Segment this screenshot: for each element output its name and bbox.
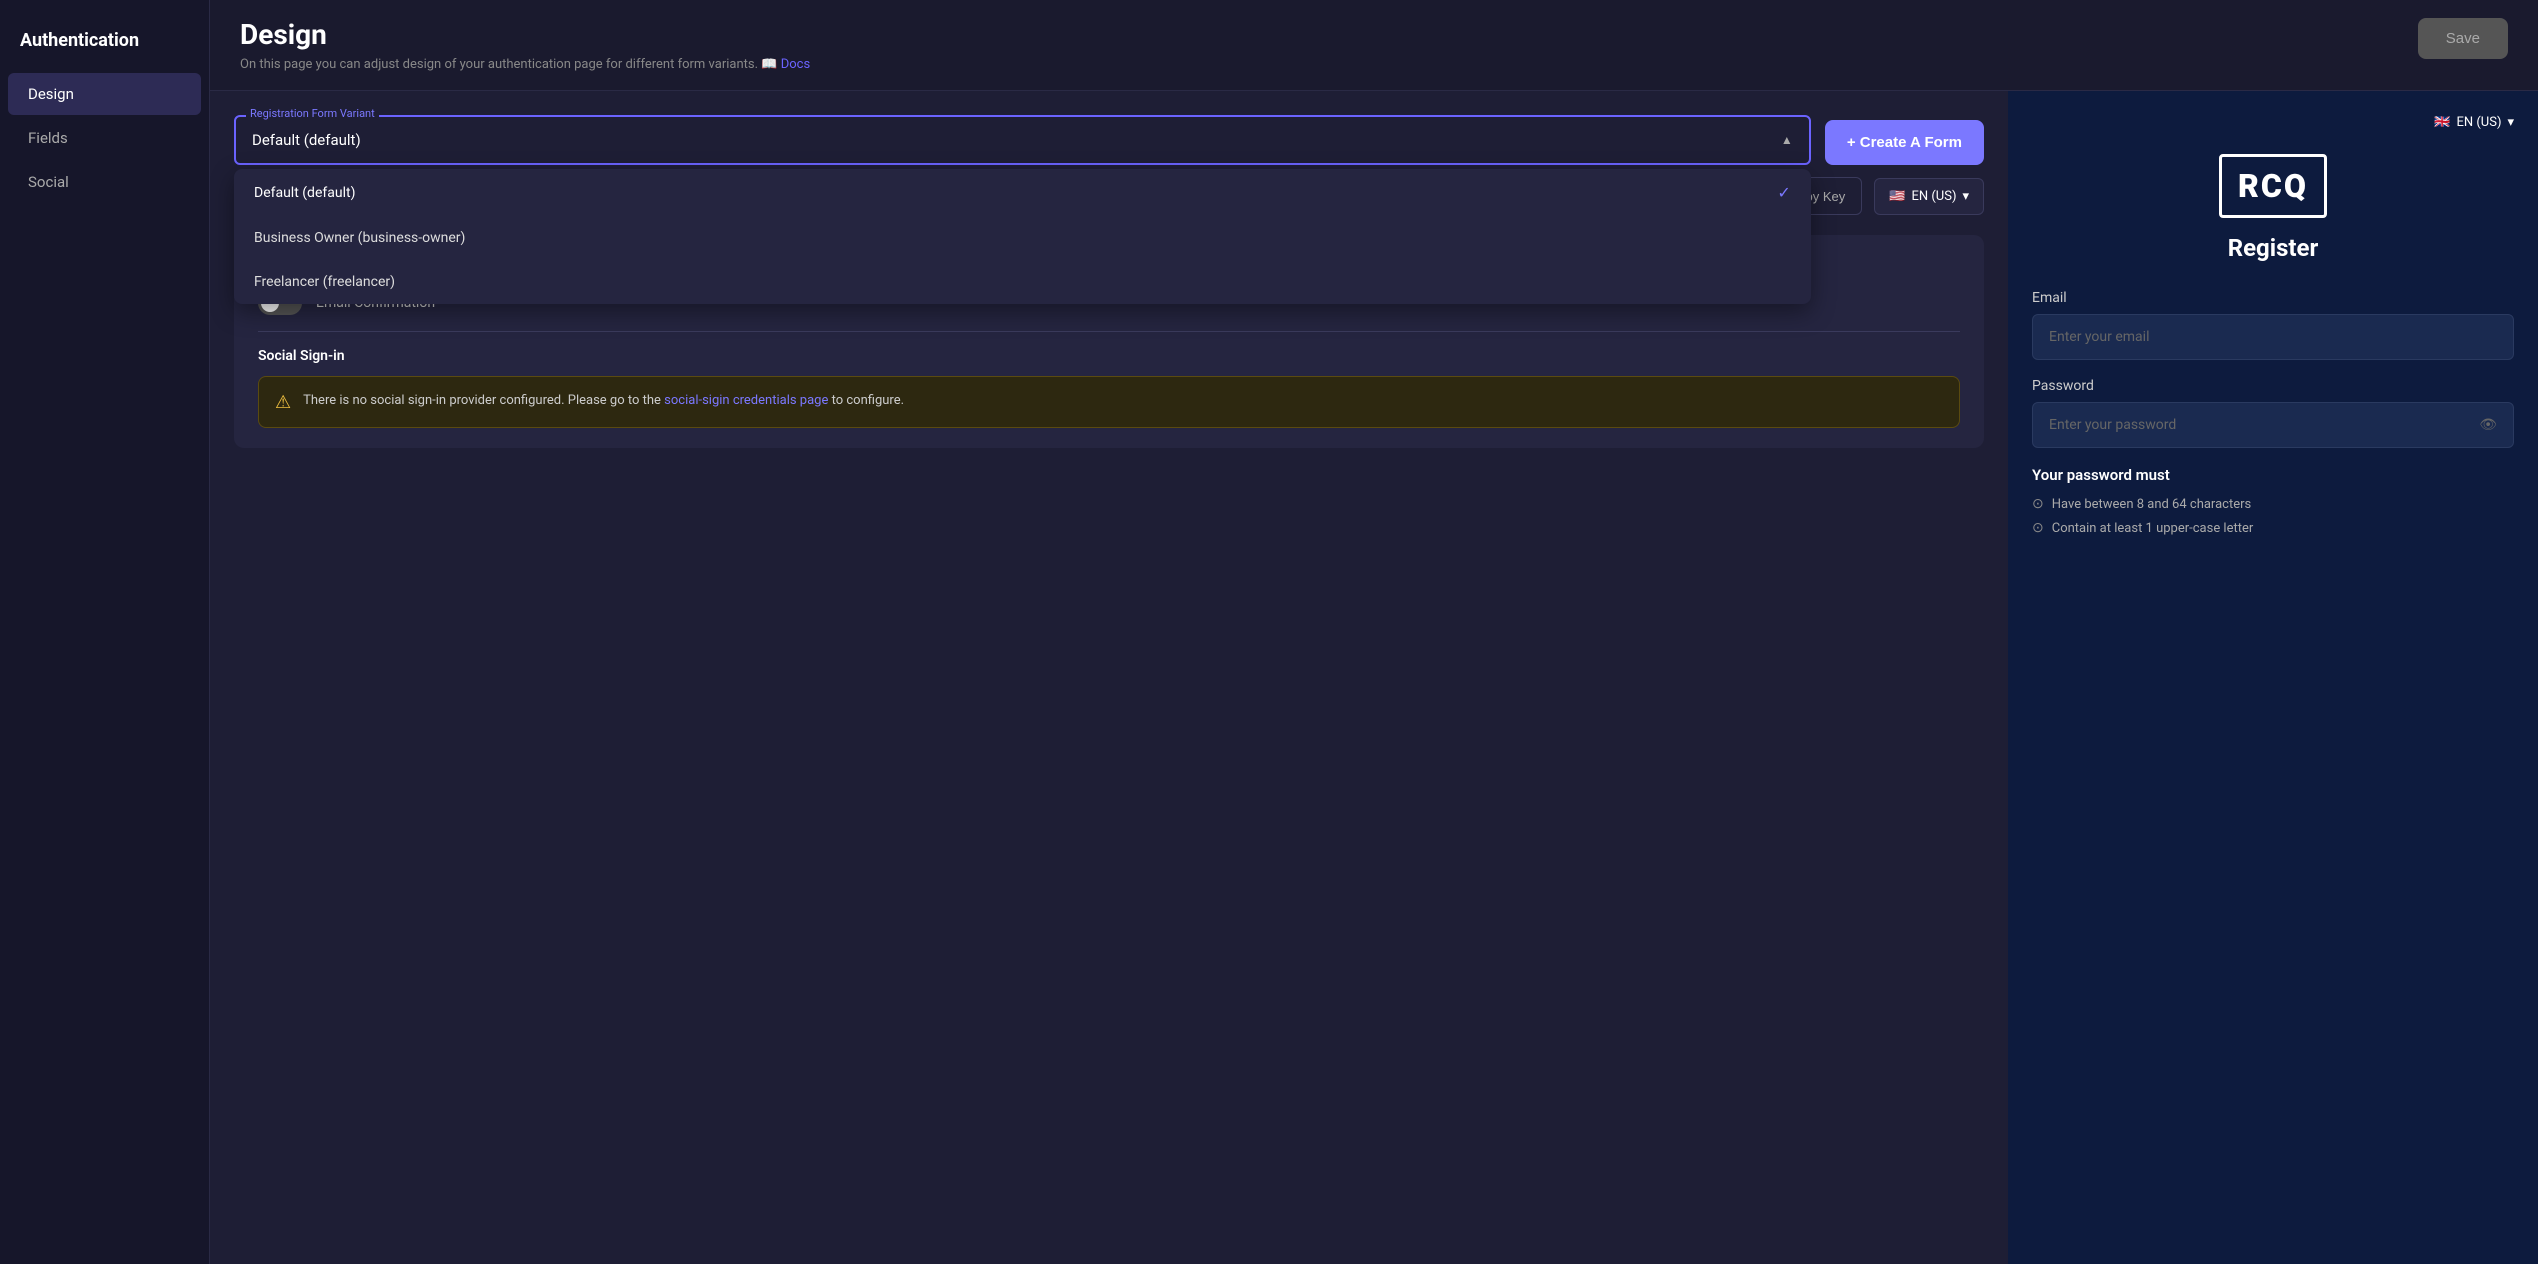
dropdown-selected-value: Default (default) bbox=[252, 131, 361, 149]
dropdown-menu: Default (default) ✓ Business Owner (busi… bbox=[234, 169, 1811, 304]
password-placeholder: Enter your password bbox=[2049, 417, 2176, 433]
flag-icon: 🇺🇸 bbox=[1889, 189, 1905, 204]
rule-icon-1: ⊙ bbox=[2032, 496, 2044, 512]
page-title: Design bbox=[240, 18, 810, 51]
preview-form: Email Enter your email Password Enter yo… bbox=[2032, 290, 2514, 544]
register-title: Register bbox=[2228, 234, 2319, 262]
preview-flag-icon: 🇬🇧 bbox=[2434, 115, 2450, 130]
save-button[interactable]: Save bbox=[2418, 18, 2508, 59]
password-rule-1: ⊙ Have between 8 and 64 characters bbox=[2032, 496, 2514, 512]
password-input-preview: Enter your password 👁 bbox=[2032, 402, 2514, 448]
email-label: Email bbox=[2032, 290, 2514, 306]
dropdown-wrapper: Registration Form Variant Default (defau… bbox=[234, 115, 1811, 165]
preview-panel: 🇬🇧 EN (US) ▾ RCQ Register Email Enter yo… bbox=[2008, 91, 2538, 1264]
content-area: Registration Form Variant Default (defau… bbox=[210, 91, 2538, 1264]
sidebar-item-fields[interactable]: Fields bbox=[8, 117, 201, 159]
page-description: On this page you can adjust design of yo… bbox=[240, 57, 810, 72]
email-placeholder: Enter your email bbox=[2049, 329, 2149, 345]
dropdown-option-business[interactable]: Business Owner (business-owner) bbox=[234, 216, 1811, 260]
chevron-down-icon: ▾ bbox=[1962, 189, 1969, 204]
header-left: Design On this page you can adjust desig… bbox=[240, 18, 810, 72]
password-rule-2: ⊙ Contain at least 1 upper-case letter bbox=[2032, 520, 2514, 536]
social-signin-title: Social Sign-in bbox=[258, 348, 1960, 364]
social-signin-link[interactable]: social-sigin credentials page bbox=[664, 393, 831, 408]
dropdown-option-default[interactable]: Default (default) ✓ bbox=[234, 169, 1811, 216]
eye-icon[interactable]: 👁 bbox=[2479, 417, 2497, 433]
left-panel: Registration Form Variant Default (defau… bbox=[210, 91, 2008, 1264]
create-form-button[interactable]: + Create A Form bbox=[1825, 120, 1984, 165]
logo-text: RCQ bbox=[2238, 167, 2308, 205]
dropdown-label: Registration Form Variant bbox=[246, 107, 379, 120]
sidebar-title: Authentication bbox=[0, 20, 209, 71]
password-must-title: Your password must bbox=[2032, 466, 2514, 484]
check-icon: ✓ bbox=[1777, 183, 1790, 202]
form-variant-dropdown[interactable]: Default (default) ▲ bbox=[234, 115, 1811, 165]
sidebar-item-design[interactable]: Design bbox=[8, 73, 201, 115]
form-variant-row: Registration Form Variant Default (defau… bbox=[234, 115, 1984, 165]
preview-header: 🇬🇧 EN (US) ▾ bbox=[2032, 115, 2514, 130]
password-label: Password bbox=[2032, 378, 2514, 394]
chevron-down-icon: ▾ bbox=[2507, 115, 2514, 130]
sidebar: Authentication Design Fields Social bbox=[0, 0, 210, 1264]
preview-language-selector[interactable]: 🇬🇧 EN (US) ▾ bbox=[2434, 115, 2514, 130]
warning-icon: ⚠ bbox=[275, 392, 291, 413]
docs-link[interactable]: 📖 Docs bbox=[761, 57, 810, 72]
dropdown-option-freelancer[interactable]: Freelancer (freelancer) bbox=[234, 260, 1811, 304]
chevron-up-icon: ▲ bbox=[1781, 133, 1793, 147]
social-signin-warning: ⚠ There is no social sign-in provider co… bbox=[258, 376, 1960, 428]
page-header: Design On this page you can adjust desig… bbox=[210, 0, 2538, 91]
main-area: Design On this page you can adjust desig… bbox=[210, 0, 2538, 1264]
form-variant-section: Registration Form Variant Default (defau… bbox=[234, 115, 1984, 215]
language-selector[interactable]: 🇺🇸 EN (US) ▾ bbox=[1874, 178, 1984, 215]
logo-box: RCQ bbox=[2219, 154, 2327, 218]
warning-text: There is no social sign-in provider conf… bbox=[303, 391, 904, 411]
rule-icon-2: ⊙ bbox=[2032, 520, 2044, 536]
section-divider bbox=[258, 331, 1960, 332]
sidebar-item-social[interactable]: Social bbox=[8, 161, 201, 203]
email-input-preview: Enter your email bbox=[2032, 314, 2514, 360]
